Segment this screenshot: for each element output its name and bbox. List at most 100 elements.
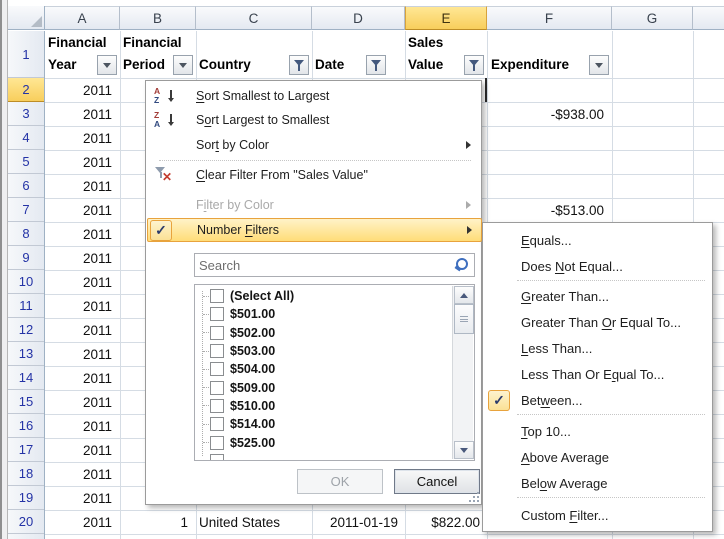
cell-a6[interactable]: 2011 <box>45 174 116 198</box>
row-header-12[interactable]: 12 <box>8 318 44 342</box>
cell-a13[interactable]: 2011 <box>45 342 116 366</box>
cell-a18[interactable]: 2011 <box>45 462 116 486</box>
submenu-item-does-not-equal[interactable]: Does Not Equal... <box>484 254 711 278</box>
row-header-6[interactable]: 6 <box>8 174 44 198</box>
cell-a3[interactable]: 2011 <box>45 102 116 126</box>
row-header-14[interactable]: 14 <box>8 366 44 390</box>
submenu-item-less-than[interactable]: Less Than... <box>484 336 711 360</box>
row-header-7[interactable]: 7 <box>8 198 44 222</box>
filter-button-date-filtered[interactable] <box>366 55 386 75</box>
cell-a12[interactable]: 2011 <box>45 318 116 342</box>
menu-item-sort-smallest[interactable]: AZ Sort Smallest to Largest <box>147 84 480 108</box>
row-header-5[interactable]: 5 <box>8 150 44 174</box>
cell-a8[interactable]: 2011 <box>45 222 116 246</box>
select-all-corner[interactable] <box>8 6 45 30</box>
submenu-item-less-than-or-equal[interactable]: Less Than Or Equal To... <box>484 362 711 386</box>
menu-item-sort-largest[interactable]: ZA Sort Largest to Smallest <box>147 108 480 132</box>
filter-value-item[interactable]: $502.00 <box>195 324 435 342</box>
search-input[interactable] <box>195 258 454 273</box>
filter-value-item[interactable]: $501.00 <box>195 305 435 323</box>
resize-grip[interactable] <box>467 490 479 502</box>
cell-a9[interactable]: 2011 <box>45 246 116 270</box>
row-header-15[interactable]: 15 <box>8 390 44 414</box>
row-header-3[interactable]: 3 <box>8 102 44 126</box>
menu-item-clear-filter[interactable]: ✕ Clear Filter From "Sales Value" <box>147 163 480 187</box>
value-checkbox[interactable] <box>210 344 224 358</box>
submenu-item-above-average[interactable]: Above Average <box>484 445 711 469</box>
submenu-item-custom-filter[interactable]: Custom Filter... <box>484 503 711 527</box>
filter-value-item[interactable]: $525.00 <box>195 433 435 451</box>
menu-item-sort-by-color[interactable]: Sort by Color <box>147 133 480 157</box>
row-header-19[interactable]: 19 <box>8 486 44 510</box>
scrollbar-thumb[interactable] <box>454 304 474 334</box>
filter-value-item[interactable]: $504.00 <box>195 360 435 378</box>
row-header-20[interactable]: 20 <box>8 510 44 534</box>
row-header-10[interactable]: 10 <box>8 270 44 294</box>
cell-a14[interactable]: 2011 <box>45 366 116 390</box>
filter-button-expenditure[interactable] <box>589 55 609 75</box>
filter-value-item[interactable]: (Select All) <box>195 287 435 305</box>
value-checkbox[interactable] <box>210 307 224 321</box>
value-checkbox[interactable] <box>210 289 224 303</box>
filter-button-country-filtered[interactable] <box>289 55 309 75</box>
column-header-c[interactable]: C <box>196 6 312 30</box>
row-header-11[interactable]: 11 <box>8 294 44 318</box>
cell-f7[interactable]: -$513.00 <box>487 198 608 222</box>
filter-value-item[interactable]: $514.00 <box>195 415 435 433</box>
scroll-down-button[interactable] <box>454 441 474 459</box>
search-icon[interactable] <box>454 257 470 273</box>
filter-value-item[interactable]: $509.00 <box>195 378 435 396</box>
row-header-18[interactable]: 18 <box>8 462 44 486</box>
header-expenditure[interactable]: Expenditure <box>491 57 569 73</box>
cell-a19[interactable]: 2011 <box>45 486 116 510</box>
column-header-b[interactable]: B <box>120 6 196 30</box>
filter-value-item[interactable] <box>195 452 435 461</box>
row-header-16[interactable]: 16 <box>8 414 44 438</box>
column-header-d[interactable]: D <box>312 6 405 30</box>
scroll-up-button[interactable] <box>454 286 474 304</box>
ok-button[interactable]: OK <box>297 469 383 494</box>
cell-a5[interactable]: 2011 <box>45 150 116 174</box>
cell-e20[interactable]: $822.00 <box>405 510 484 534</box>
menu-item-number-filters[interactable]: Number Filters <box>147 218 482 242</box>
value-checkbox[interactable] <box>210 399 224 413</box>
value-checkbox[interactable] <box>210 326 224 340</box>
column-header-e-selected[interactable]: E <box>405 6 487 30</box>
cell-a15[interactable]: 2011 <box>45 390 116 414</box>
filter-button-financial-year[interactable] <box>97 55 117 75</box>
cell-a4[interactable]: 2011 <box>45 126 116 150</box>
row-header-4[interactable]: 4 <box>8 126 44 150</box>
filter-button-sales-value-filtered[interactable] <box>464 55 484 75</box>
cell-a17[interactable]: 2011 <box>45 438 116 462</box>
submenu-item-top-10[interactable]: Top 10... <box>484 419 711 443</box>
submenu-item-equals[interactable]: Equals... <box>484 228 711 252</box>
cell-f3[interactable]: -$938.00 <box>487 102 608 126</box>
column-header-f[interactable]: F <box>487 6 612 30</box>
filter-button-financial-period[interactable] <box>173 55 193 75</box>
header-sales-value[interactable]: Sales Value <box>408 35 443 73</box>
row-header-13[interactable]: 13 <box>8 342 44 366</box>
submenu-item-greater-than[interactable]: Greater Than... <box>484 284 711 308</box>
header-country[interactable]: Country <box>199 57 251 73</box>
row-header-17[interactable]: 17 <box>8 438 44 462</box>
cell-a16[interactable]: 2011 <box>45 414 116 438</box>
row-header-8[interactable]: 8 <box>8 222 44 246</box>
row-header-9[interactable]: 9 <box>8 246 44 270</box>
filter-value-item[interactable]: $503.00 <box>195 342 435 360</box>
column-header-a[interactable]: A <box>45 6 120 30</box>
value-checkbox[interactable] <box>210 381 224 395</box>
filter-search-box[interactable] <box>194 253 475 277</box>
cell-a7[interactable]: 2011 <box>45 198 116 222</box>
cell-a20[interactable]: 2011 <box>45 510 116 534</box>
submenu-item-between-checked[interactable]: Between... <box>484 388 711 412</box>
cell-d20[interactable]: 2011-01-19 <box>312 510 402 534</box>
row-header-2[interactable]: 2 <box>8 78 44 102</box>
cell-a10[interactable]: 2011 <box>45 270 116 294</box>
column-header-g[interactable]: G <box>612 6 693 30</box>
cell-b20[interactable]: 1 <box>120 510 192 534</box>
filter-value-item[interactable]: $510.00 <box>195 397 435 415</box>
cell-a11[interactable]: 2011 <box>45 294 116 318</box>
header-date[interactable]: Date <box>315 57 344 73</box>
list-scrollbar[interactable] <box>452 286 473 459</box>
cell-a2[interactable]: 2011 <box>45 78 116 102</box>
